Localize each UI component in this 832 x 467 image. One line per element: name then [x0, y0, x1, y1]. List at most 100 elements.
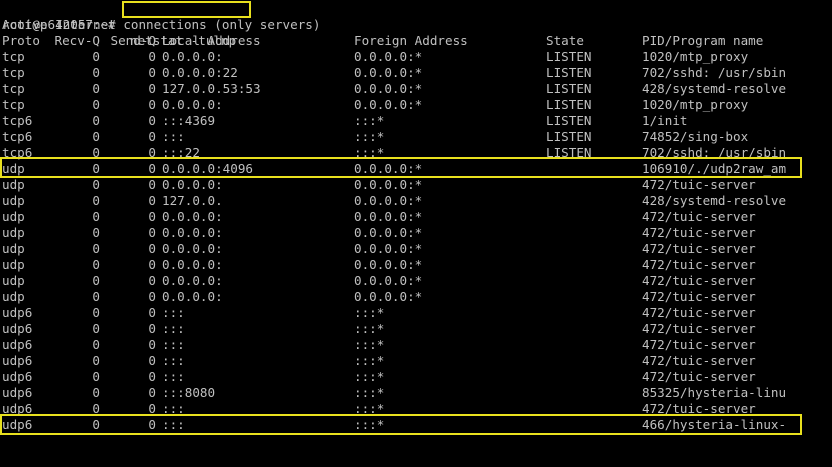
cell-proto: udp6	[2, 417, 33, 432]
table-row: udp 0 0 0.0.0.0: 0.0.0.0:* 472/tuic-server	[2, 257, 832, 273]
cell-recv: 0	[92, 337, 100, 352]
cell-proto: udp6	[2, 305, 33, 320]
cell-foreign: 0.0.0.0:*	[354, 65, 423, 80]
cell-pid: 466/hysteria-linux-	[642, 417, 787, 432]
cell-send: 0	[148, 49, 156, 64]
cell-local: 0.0.0.0:	[162, 241, 223, 256]
cell-local: 0.0.0.0:4096	[162, 161, 253, 176]
cell-recv: 0	[92, 81, 100, 96]
cell-local: :::	[162, 353, 185, 368]
column-header-state: State	[546, 33, 584, 48]
cell-pid: 702/sshd: /usr/sbin	[642, 145, 787, 160]
cell-recv: 0	[92, 177, 100, 192]
column-header-send: Send-Q	[110, 33, 157, 48]
table-row: udp6 0 0::::::* 472/tuic-server	[2, 401, 832, 417]
table-row: udp 0 0 0.0.0.0: 0.0.0.0:* 472/tuic-server	[2, 209, 832, 225]
cell-foreign: 0.0.0.0:*	[354, 225, 423, 240]
cell-pid: 472/tuic-server	[642, 321, 756, 336]
cell-recv: 0	[92, 417, 100, 432]
table-row: udp 0 0 0.0.0.0: 0.0.0.0:* 472/tuic-server	[2, 289, 832, 305]
cell-foreign: 0.0.0.0:*	[354, 81, 423, 96]
cell-recv: 0	[92, 145, 100, 160]
cell-local: :::4369	[162, 113, 216, 128]
cell-local: :::	[162, 305, 185, 320]
cell-proto: udp6	[2, 321, 33, 336]
cell-local: 127.0.0.	[162, 193, 223, 208]
cell-state: LISTEN	[546, 49, 592, 64]
cell-local: 0.0.0.0:	[162, 273, 223, 288]
cell-recv: 0	[92, 241, 100, 256]
cell-local: :::	[162, 321, 185, 336]
cell-local: 0.0.0.0:22	[162, 65, 238, 80]
table-row: udp6 0 0::::::* 472/tuic-server	[2, 321, 832, 337]
cell-proto: tcp6	[2, 145, 33, 160]
table-row: udp6 0 0::::::* 472/tuic-server	[2, 369, 832, 385]
table-row: udp6 0 0:::8080:::* 85325/hysteria-linu	[2, 385, 832, 401]
cell-pid: 472/tuic-server	[642, 241, 756, 256]
cell-recv: 0	[92, 129, 100, 144]
cell-proto: udp	[2, 289, 25, 304]
cell-proto: udp6	[2, 353, 33, 368]
cell-foreign: :::*	[354, 129, 385, 144]
cell-foreign: 0.0.0.0:*	[354, 257, 423, 272]
column-header-local: Local Address	[162, 33, 261, 48]
cell-pid: 472/tuic-server	[642, 305, 756, 320]
cell-proto: udp	[2, 241, 25, 256]
cell-proto: tcp6	[2, 113, 33, 128]
cell-pid: 74852/sing-box	[642, 129, 749, 144]
cell-recv: 0	[92, 273, 100, 288]
cell-recv: 0	[92, 305, 100, 320]
cell-pid: 428/systemd-resolve	[642, 81, 787, 96]
cell-recv: 0	[92, 209, 100, 224]
cell-recv: 0	[92, 321, 100, 336]
cell-pid: 1020/mtp_proxy	[642, 97, 749, 112]
column-header-proto: Proto	[2, 33, 40, 48]
cell-pid: 472/tuic-server	[642, 225, 756, 240]
cell-send: 0	[148, 65, 156, 80]
cell-send: 0	[148, 273, 156, 288]
cell-local: :::	[162, 369, 185, 384]
cell-pid: 85325/hysteria-linu	[642, 385, 787, 400]
cell-send: 0	[148, 129, 156, 144]
cell-send: 0	[148, 241, 156, 256]
cell-send: 0	[148, 337, 156, 352]
cell-recv: 0	[92, 161, 100, 176]
cell-send: 0	[148, 417, 156, 432]
cell-proto: tcp	[2, 97, 25, 112]
cell-pid: 1/init	[642, 113, 688, 128]
cell-foreign: :::*	[354, 337, 385, 352]
table-row: tcp6 0 0:::4369:::* LISTEN 1/init	[2, 113, 832, 129]
cell-recv: 0	[92, 113, 100, 128]
cell-send: 0	[148, 289, 156, 304]
cell-state: LISTEN	[546, 113, 592, 128]
cell-local: :::	[162, 129, 185, 144]
cell-pid: 472/tuic-server	[642, 273, 756, 288]
cell-send: 0	[148, 209, 156, 224]
cell-foreign: :::*	[354, 385, 385, 400]
cell-pid: 106910/./udp2raw_am	[642, 161, 787, 176]
cell-foreign: :::*	[354, 145, 385, 160]
cell-recv: 0	[92, 401, 100, 416]
cell-foreign: :::*	[354, 353, 385, 368]
output-heading: Active Internet connections (only server…	[2, 17, 321, 32]
command-line: root@p642057:~# netstat -tulnp	[2, 1, 832, 48]
cell-recv: 0	[92, 65, 100, 80]
cell-send: 0	[148, 401, 156, 416]
cell-proto: udp	[2, 209, 25, 224]
cell-local: :::	[162, 417, 185, 432]
cell-proto: tcp	[2, 65, 25, 80]
cell-send: 0	[148, 161, 156, 176]
cell-send: 0	[148, 193, 156, 208]
cell-pid: 472/tuic-server	[642, 177, 756, 192]
cell-proto: udp6	[2, 337, 33, 352]
cell-proto: udp	[2, 257, 25, 272]
cell-send: 0	[148, 225, 156, 240]
table-row: udp 0 0 0.0.0.0: 0.0.0.0:* 472/tuic-server	[2, 225, 832, 241]
cell-state: LISTEN	[546, 145, 592, 160]
table-row: udp 0 0 0.0.0.0: 0.0.0.0:* 472/tuic-server	[2, 273, 832, 289]
cell-foreign: :::*	[354, 401, 385, 416]
cell-send: 0	[148, 145, 156, 160]
cell-proto: udp	[2, 177, 25, 192]
cell-pid: 1020/mtp_proxy	[642, 49, 749, 64]
cell-local: :::22	[162, 145, 200, 160]
